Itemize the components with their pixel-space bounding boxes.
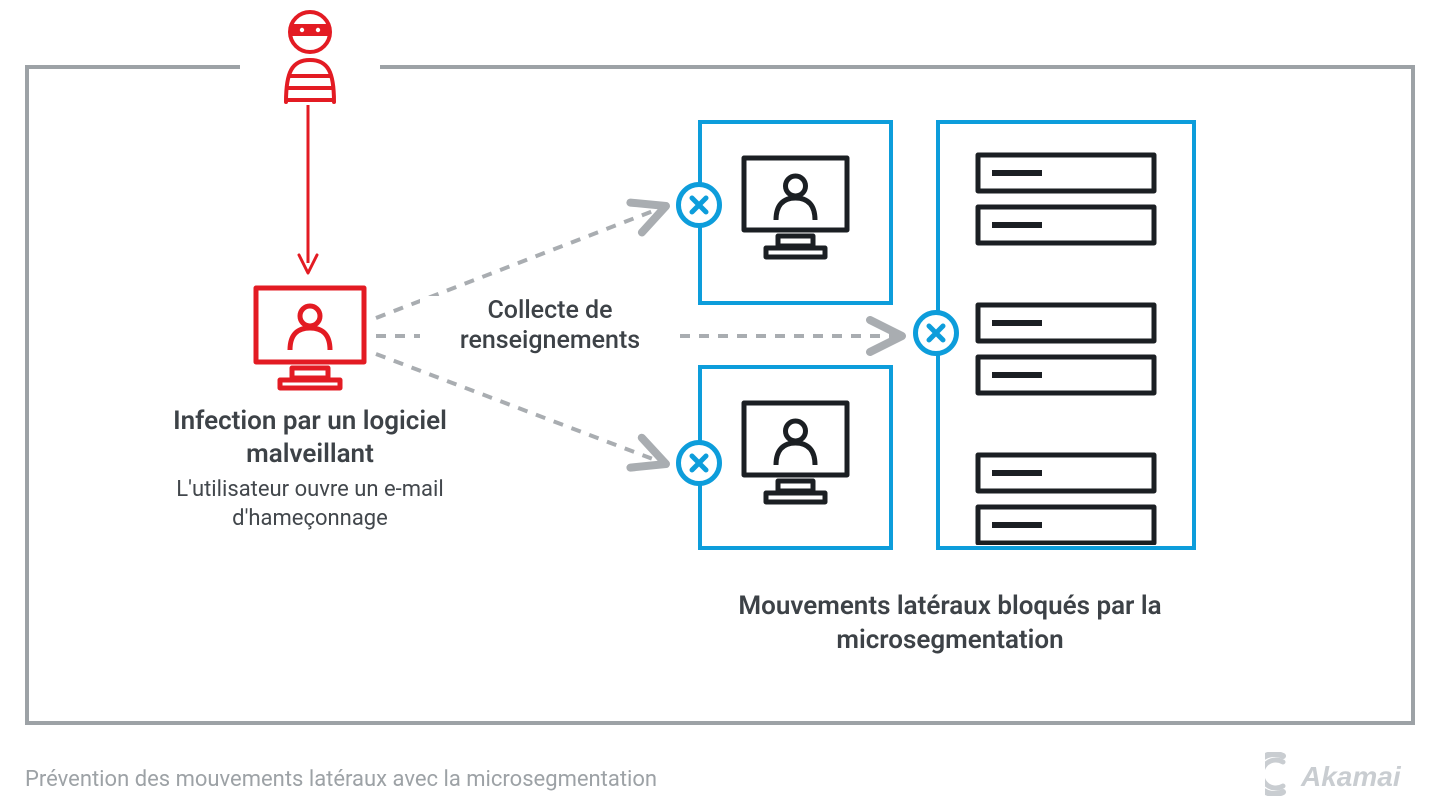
infection-text-block: Infection par un logiciel malveillant L'… (165, 405, 455, 533)
block-badge-3 (913, 310, 959, 356)
segmented-computer-icon-2 (738, 395, 853, 515)
server-rack-icon (972, 145, 1160, 545)
segmented-computer-icon-1 (738, 150, 853, 270)
infection-subtitle: L'utilisateur ouvre un e-mail d'hameçonn… (165, 476, 455, 533)
diagram-caption: Prévention des mouvements latéraux avec … (25, 767, 657, 792)
svg-text:Akamai: Akamai (1300, 761, 1402, 792)
attacker-icon (280, 10, 340, 105)
attack-arrow (306, 105, 310, 275)
collect-label: Collecte de renseignements (420, 296, 680, 356)
block-badge-2 (676, 440, 722, 486)
block-badge-1 (676, 182, 722, 228)
blocked-label: Mouvements latéraux bloqués par la micro… (700, 590, 1200, 658)
infected-computer-icon (250, 282, 370, 392)
akamai-logo: Akamai (1265, 752, 1415, 796)
infection-title: Infection par un logiciel malveillant (165, 405, 455, 470)
